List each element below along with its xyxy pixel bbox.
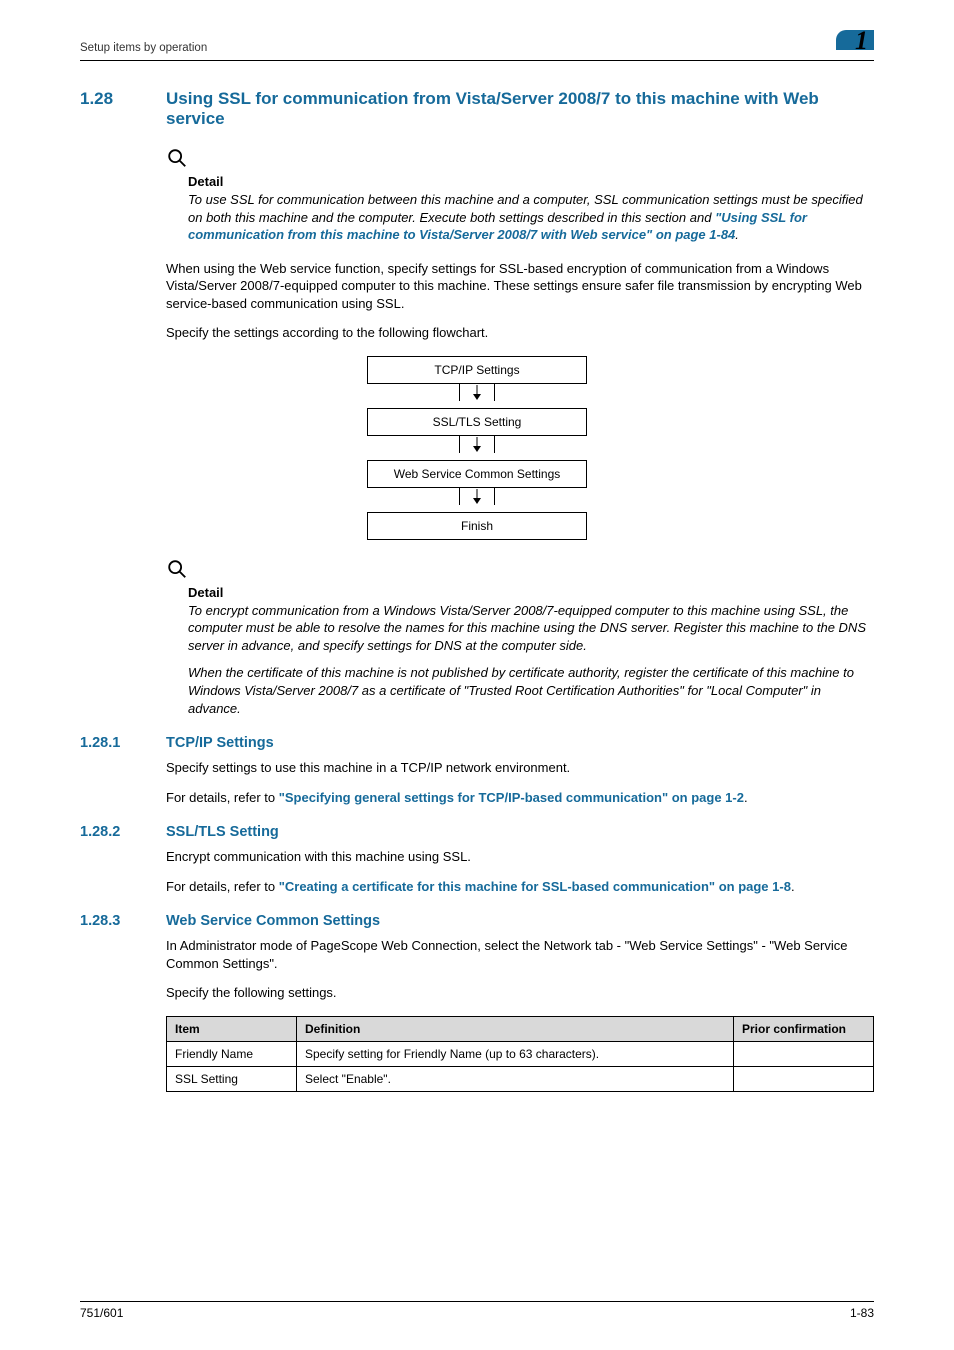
sub3-p1: In Administrator mode of PageScope Web C… xyxy=(166,937,874,972)
detail-heading-1: Detail xyxy=(188,174,874,189)
footer-left: 751/601 xyxy=(80,1306,123,1320)
chapter-badge: 1 xyxy=(836,30,874,58)
settings-table: Item Definition Prior confirmation Frien… xyxy=(166,1016,874,1092)
sub1-p2: For details, refer to "Specifying genera… xyxy=(166,789,874,807)
cell-definition: Select "Enable". xyxy=(297,1066,734,1091)
subsection-2: 1.28.2 SSL/TLS Setting xyxy=(80,824,874,840)
section-number: 1.28 xyxy=(80,89,166,109)
th-definition: Definition xyxy=(297,1016,734,1041)
flow-arrow-1 xyxy=(367,384,587,408)
intro-p2: Specify the settings according to the fo… xyxy=(166,324,874,342)
detail2-p2: When the certificate of this machine is … xyxy=(188,664,874,717)
detail-icon-1 xyxy=(166,147,874,172)
cell-prior xyxy=(734,1041,874,1066)
running-header-text: Setup items by operation xyxy=(80,42,207,58)
flowchart: TCP/IP Settings SSL/TLS Setting Web Serv… xyxy=(367,356,587,540)
table-row: SSL Setting Select "Enable". xyxy=(167,1066,874,1091)
cell-definition: Specify setting for Friendly Name (up to… xyxy=(297,1041,734,1066)
detail-text-1: To use SSL for communication between thi… xyxy=(188,191,874,244)
sub1-p1: Specify settings to use this machine in … xyxy=(166,759,874,777)
th-item: Item xyxy=(167,1016,297,1041)
chapter-number: 1 xyxy=(855,26,868,56)
detail-heading-2: Detail xyxy=(188,585,874,600)
flow-arrow-3 xyxy=(367,488,587,512)
flow-box-3: Web Service Common Settings xyxy=(367,460,587,488)
running-header: Setup items by operation 1 xyxy=(80,30,874,61)
sub1-number: 1.28.1 xyxy=(80,735,166,751)
sub3-number: 1.28.3 xyxy=(80,913,166,929)
subsection-1: 1.28.1 TCP/IP Settings xyxy=(80,735,874,751)
detail-block-1: Detail To use SSL for communication betw… xyxy=(188,174,874,244)
page-footer: 751/601 1-83 xyxy=(80,1301,874,1320)
section-title-text: Using SSL for communication from Vista/S… xyxy=(166,89,874,129)
flow-box-1: TCP/IP Settings xyxy=(367,356,587,384)
cell-item: SSL Setting xyxy=(167,1066,297,1091)
sub2-link[interactable]: "Creating a certificate for this machine… xyxy=(279,879,791,894)
table-header-row: Item Definition Prior confirmation xyxy=(167,1016,874,1041)
detail-block-2: Detail To encrypt communication from a W… xyxy=(188,585,874,717)
flow-arrow-2 xyxy=(367,436,587,460)
th-prior: Prior confirmation xyxy=(734,1016,874,1041)
section-title: 1.28 Using SSL for communication from Vi… xyxy=(80,89,874,129)
sub2-number: 1.28.2 xyxy=(80,824,166,840)
detail-icon-2 xyxy=(166,558,874,583)
sub1-title: TCP/IP Settings xyxy=(166,735,274,751)
table-row: Friendly Name Specify setting for Friend… xyxy=(167,1041,874,1066)
sub3-p2: Specify the following settings. xyxy=(166,984,874,1002)
footer-right: 1-83 xyxy=(850,1306,874,1320)
sub2-p1: Encrypt communication with this machine … xyxy=(166,848,874,866)
intro-p1: When using the Web service function, spe… xyxy=(166,260,874,313)
sub3-title: Web Service Common Settings xyxy=(166,913,380,929)
flow-box-2: SSL/TLS Setting xyxy=(367,408,587,436)
cell-item: Friendly Name xyxy=(167,1041,297,1066)
magnifier-icon xyxy=(166,147,188,169)
magnifier-icon xyxy=(166,558,188,580)
detail2-p1: To encrypt communication from a Windows … xyxy=(188,602,874,655)
subsection-3: 1.28.3 Web Service Common Settings xyxy=(80,913,874,929)
sub2-title: SSL/TLS Setting xyxy=(166,824,279,840)
sub1-link[interactable]: "Specifying general settings for TCP/IP-… xyxy=(279,790,744,805)
flow-box-4: Finish xyxy=(367,512,587,540)
sub2-p2: For details, refer to "Creating a certif… xyxy=(166,878,874,896)
cell-prior xyxy=(734,1066,874,1091)
